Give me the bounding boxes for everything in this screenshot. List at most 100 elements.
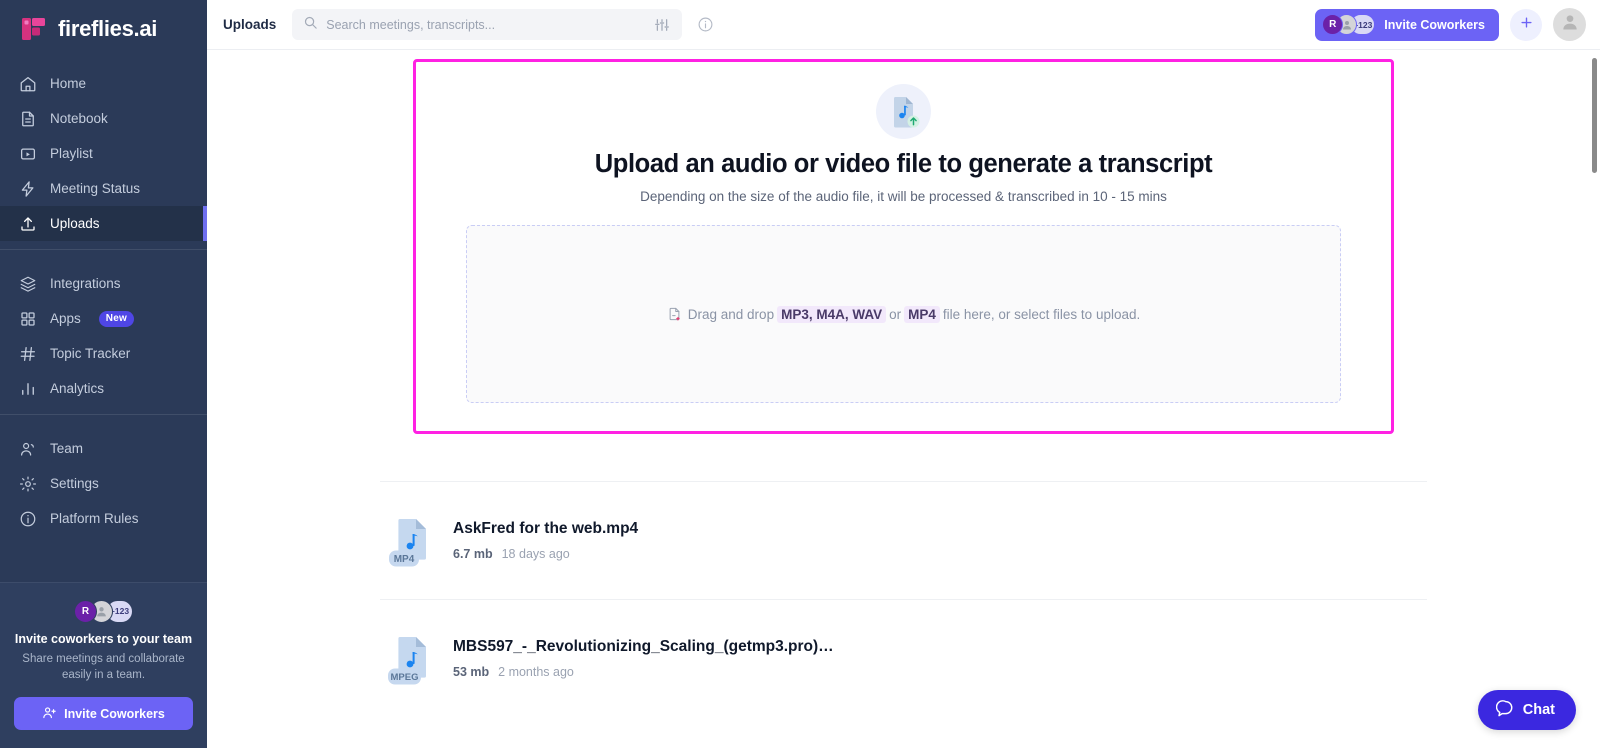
sidebar-item-label: Meeting Status [50,181,141,196]
file-age: 18 days ago [501,547,570,561]
hash-icon [18,344,37,363]
sidebar-item-label: Apps [50,311,81,326]
file-name: MBS597_-_Revolutionizing_Scaling_(getmp3… [453,638,834,655]
people-icon [18,439,37,458]
invite-card-subtitle: Share meetings and collaborate easily in… [22,653,185,682]
file-size: 6.7 mb [453,547,493,561]
sidebar-item-playlist[interactable]: Playlist [0,136,207,171]
bar-chart-icon [18,379,37,398]
upload-heading: Upload an audio or video file to generat… [594,150,1213,178]
layers-icon [18,274,37,293]
grid-icon [18,309,37,328]
file-sub: 6.7 mb 18 days ago [453,547,638,561]
chat-bubble-icon [1495,699,1514,721]
file-sub: 53 mb 2 months ago [453,665,834,679]
info-circle-icon [18,509,37,528]
dropzone-text: Drag and drop MP3, M4A, WAV or MP4 file … [667,305,1141,323]
dropzone-text-after: file here, or select files to upload. [942,306,1141,322]
upload-icon [18,214,37,233]
notebook-icon [18,109,37,128]
upload-subheading: Depending on the size of the audio file,… [640,189,1167,204]
sidebar-item-label: Team [50,441,84,456]
sidebar-item-team[interactable]: Team [0,431,207,466]
svg-text:MP4: MP4 [394,554,415,565]
dropzone-text-or: or [889,306,902,322]
file-size: 53 mb [453,665,490,679]
sidebar: fireflies.ai Home Notebook Playlist Meet… [0,0,207,748]
add-button[interactable] [1510,8,1542,41]
person-add-icon [42,705,57,723]
playlist-icon [18,144,37,163]
sidebar-item-integrations[interactable]: Integrations [0,266,207,301]
content-scroll-area[interactable]: Upload an audio or video file to generat… [207,50,1600,748]
invite-button-label: Invite Coworkers [1384,17,1485,32]
sidebar-item-label: Playlist [50,146,93,161]
file-name: AskFred for the web.mp4 [453,520,639,537]
search-bar[interactable] [292,9,683,40]
sidebar-divider [0,249,207,250]
sidebar-item-label: Topic Tracker [50,346,131,361]
page-title: Uploads [223,17,277,32]
gear-icon [18,474,37,493]
home-icon [18,74,37,93]
table-row[interactable]: MPEG MBS597_-_Revolutionizing_Scaling_(g… [380,600,1427,717]
sidebar-item-topic-tracker[interactable]: Topic Tracker [0,336,207,371]
sidebar-item-apps[interactable]: Apps New [0,301,207,336]
user-avatar-icon [1560,12,1580,37]
file-dropzone[interactable]: Drag and drop MP3, M4A, WAV or MP4 file … [466,225,1341,403]
search-input[interactable] [326,17,644,32]
dropzone-formats-primary: MP3, M4A, WAV [777,305,887,323]
lightning-icon [18,179,37,198]
sidebar-item-meeting-status[interactable]: Meeting Status [0,171,207,206]
audio-file-icon: MP4 [385,513,434,568]
vertical-scrollbar[interactable] [1592,58,1597,173]
uploaded-files-list: MP4 AskFred for the web.mp4 6.7 mb 18 da… [380,481,1427,717]
sliders-icon[interactable] [651,14,673,36]
upload-card: Upload an audio or video file to generat… [413,59,1394,434]
sidebar-item-label: Settings [50,476,99,491]
content-inner: Upload an audio or video file to generat… [380,59,1427,717]
topbar-invite-coworkers-button[interactable]: R +123 Invite Coworkers [1315,8,1499,41]
avatar-stack: R +123 [14,599,193,623]
chat-widget-label: Chat [1522,702,1555,718]
main-area: Uploads Search meetings, transcripts... … [207,0,1600,748]
table-row[interactable]: MP4 AskFred for the web.mp4 6.7 mb 18 da… [380,482,1427,599]
sidebar-item-analytics[interactable]: Analytics [0,371,207,406]
sidebar-group-account: Team Settings Platform Rules [0,423,207,536]
sidebar-item-home[interactable]: Home [0,66,207,101]
sidebar-item-settings[interactable]: Settings [0,466,207,501]
user-avatar[interactable] [1553,8,1586,41]
sidebar-divider [0,414,207,415]
sidebar-item-label: Platform Rules [50,511,139,526]
sidebar-item-label: Analytics [50,381,105,396]
svg-text:MPEG: MPEG [391,672,419,683]
plus-icon [1519,15,1534,35]
invite-button-label: Invite Coworkers [64,706,165,721]
audio-file-upload-icon [876,84,931,139]
brand-name: fireflies.ai [58,16,158,41]
sidebar-item-notebook[interactable]: Notebook [0,101,207,136]
avatar: R [74,599,97,623]
file-meta: AskFred for the web.mp4 6.7 mb 18 days a… [453,520,638,561]
search-icon [303,15,318,35]
topbar: Uploads Search meetings, transcripts... … [207,0,1600,50]
sidebar-item-label: Uploads [50,216,100,231]
sidebar-item-label: Notebook [50,111,108,126]
brand-logo[interactable]: fireflies.ai [0,0,207,58]
avatar-stack: R +123 [1322,14,1376,36]
sidebar-item-uploads[interactable]: Uploads [0,206,207,241]
sidebar-item-label: Home [50,76,87,91]
app-root: fireflies.ai Home Notebook Playlist Meet… [0,0,1600,748]
sidebar-item-platform-rules[interactable]: Platform Rules [0,501,207,536]
apps-new-badge: New [98,310,134,327]
file-age: 2 months ago [498,665,574,679]
dropzone-text-before: Drag and drop [687,306,775,322]
info-circle-icon[interactable] [694,14,716,36]
sidebar-group-primary: Home Notebook Playlist Meeting Status Up… [0,58,207,241]
invite-coworkers-button[interactable]: Invite Coworkers [14,697,193,730]
audio-file-icon: MPEG [385,631,434,686]
chat-widget-button[interactable]: Chat [1477,690,1576,730]
sidebar-item-label: Integrations [50,276,121,291]
sidebar-group-tools: Integrations Apps New Topic Tracker Anal… [0,258,207,406]
